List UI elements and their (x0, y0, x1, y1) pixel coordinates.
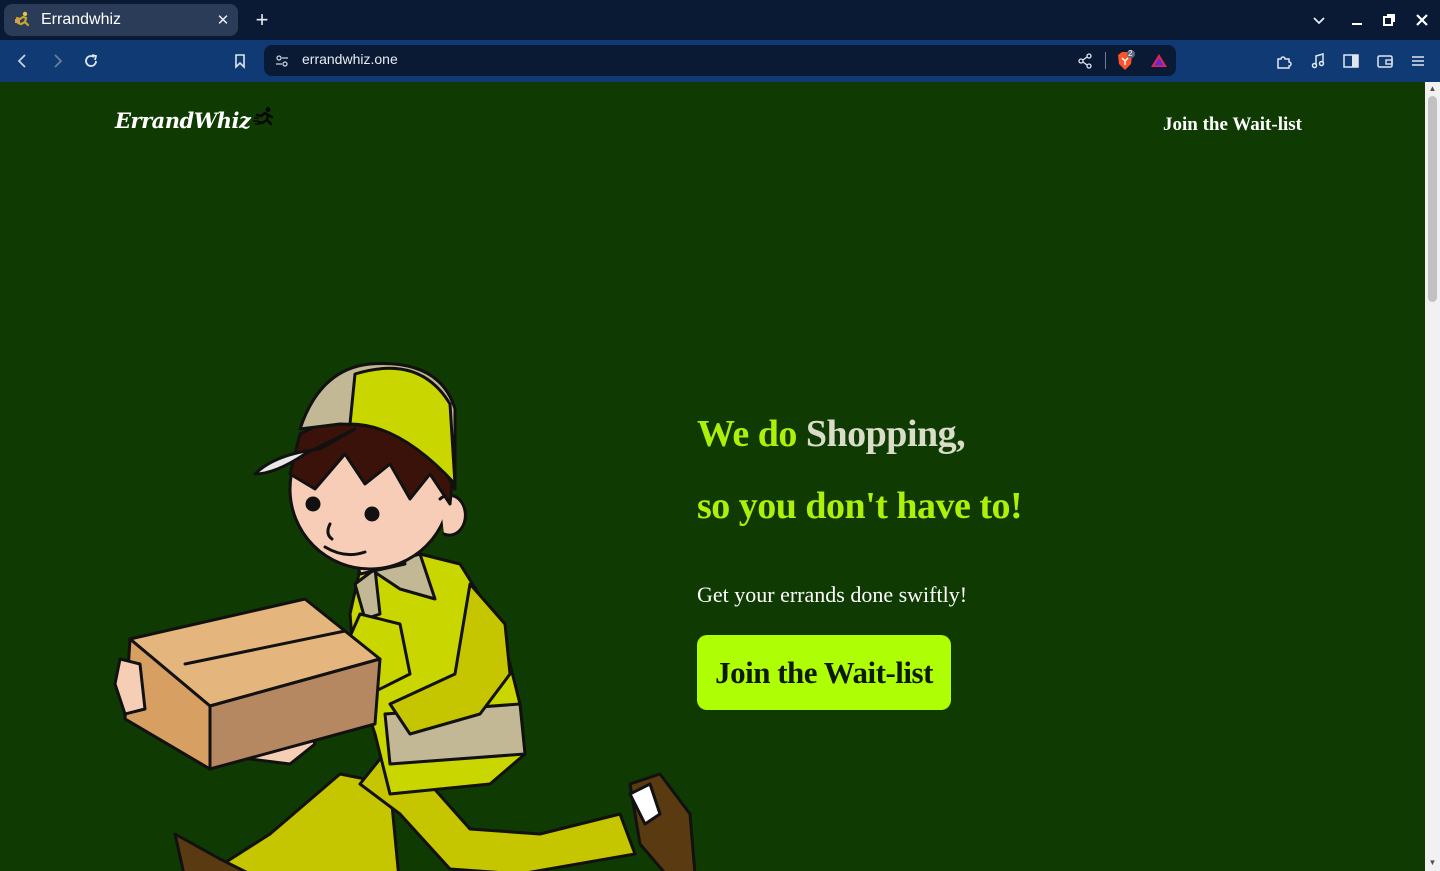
url-text[interactable]: errandwhiz.one (302, 51, 398, 67)
site-logo[interactable]: ErrandWhiz (115, 106, 276, 135)
web-page: ErrandWhiz Join the Wait-list We do Shop… (0, 82, 1425, 871)
tab-bar: Errandwhiz ✕ + (0, 0, 1440, 40)
shields-count-badge: 2 (1128, 49, 1133, 58)
share-icon[interactable] (1073, 49, 1097, 73)
tab-list-icon[interactable] (1306, 7, 1332, 33)
headline-highlight: Shopping, (805, 413, 966, 455)
brave-shields-icon[interactable]: 2 (1113, 49, 1137, 73)
close-window-icon[interactable] (1409, 7, 1435, 33)
scroll-thumb[interactable] (1428, 96, 1437, 302)
browser-tab[interactable]: Errandwhiz ✕ (4, 4, 238, 36)
sidebar-icon[interactable] (1337, 47, 1365, 75)
reload-icon[interactable] (77, 47, 105, 75)
bookmark-icon[interactable] (226, 47, 254, 75)
join-waitlist-button[interactable]: Join the Wait-list (697, 635, 951, 710)
new-tab-icon[interactable]: + (249, 7, 275, 33)
wallet-icon[interactable] (1371, 47, 1399, 75)
headline-lead: We do (697, 413, 806, 455)
page-scrollbar[interactable]: ▲ ▼ (1425, 82, 1440, 871)
media-icon[interactable] (1304, 47, 1332, 75)
address-bar[interactable]: errandwhiz.one 2 (264, 45, 1176, 76)
scroll-up-icon[interactable]: ▲ (1428, 84, 1437, 93)
tab-title: Errandwhiz (41, 11, 122, 28)
extensions-icon[interactable] (1270, 47, 1298, 75)
runner-icon (252, 106, 276, 135)
logo-text: ErrandWhiz (115, 108, 251, 133)
hero-tagline: Get your errands done swiftly! (697, 582, 968, 607)
address-divider (1105, 52, 1106, 69)
runner-icon (14, 11, 32, 29)
minimize-icon[interactable] (1344, 7, 1370, 33)
menu-icon[interactable] (1404, 47, 1432, 75)
scroll-down-icon[interactable]: ▼ (1428, 858, 1437, 867)
back-icon[interactable] (9, 47, 37, 75)
restore-icon[interactable] (1376, 7, 1402, 33)
brave-rewards-icon[interactable] (1147, 49, 1171, 73)
forward-icon[interactable] (43, 47, 71, 75)
site-settings-icon[interactable] (270, 49, 294, 73)
close-tab-icon[interactable]: ✕ (210, 7, 236, 33)
delivery-person-illustration (113, 362, 697, 871)
headline-line2: so you don't have to! (697, 485, 1023, 527)
hero-headline: We do Shopping, so you don't have to! (697, 406, 1023, 550)
nav-join-waitlist-link[interactable]: Join the Wait-list (1163, 114, 1302, 136)
